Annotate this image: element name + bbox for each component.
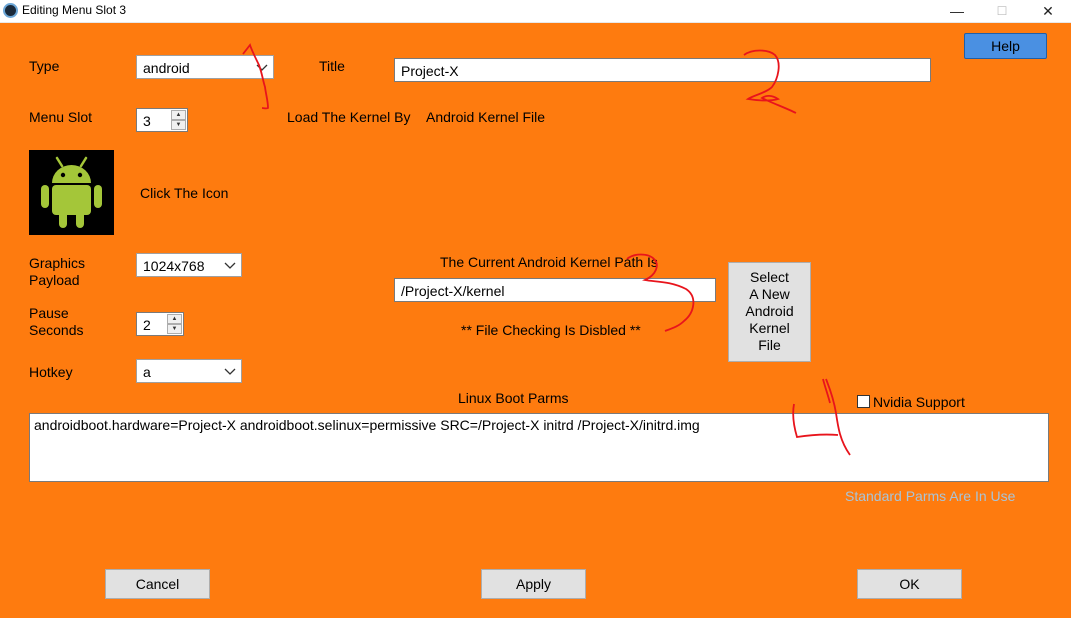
title-input[interactable]: Project-X xyxy=(394,58,931,82)
select-kernel-line: File xyxy=(758,337,781,353)
hotkey-dropdown[interactable]: a xyxy=(136,359,242,383)
hotkey-value: a xyxy=(143,364,151,380)
select-kernel-line: A New xyxy=(749,286,790,302)
stepper-up-icon[interactable]: ▲ xyxy=(171,110,186,120)
type-value: android xyxy=(143,60,190,76)
type-label: Type xyxy=(29,58,60,74)
stepper-arrows[interactable]: ▲ ▼ xyxy=(167,314,182,334)
standard-parms-status: Standard Parms Are In Use xyxy=(845,488,1016,504)
chevron-down-icon xyxy=(224,262,236,269)
dialog-body: Type android Title Project-X Help Menu S… xyxy=(0,23,1071,618)
graphics-label-line2: Payload xyxy=(29,272,80,288)
close-button[interactable]: ✕ xyxy=(1025,0,1071,22)
pause-seconds-stepper[interactable]: 2 ▲ ▼ xyxy=(136,312,184,336)
apply-button[interactable]: Apply xyxy=(481,569,586,599)
stepper-down-icon[interactable]: ▼ xyxy=(167,324,182,334)
android-icon xyxy=(41,156,102,228)
menu-slot-label: Menu Slot xyxy=(29,109,93,125)
chevron-down-icon xyxy=(224,368,236,375)
load-kernel-label: Load The Kernel By xyxy=(287,109,411,125)
boot-parms-input[interactable]: androidboot.hardware=Project-X androidbo… xyxy=(29,413,1049,482)
ok-button[interactable]: OK xyxy=(857,569,962,599)
pause-label-line1: Pause xyxy=(29,305,69,321)
menu-slot-stepper[interactable]: 3 ▲ ▼ xyxy=(136,108,188,132)
nvidia-label[interactable]: Nvidia Support xyxy=(873,394,965,411)
chevron-down-icon xyxy=(256,64,268,71)
title-label: Title xyxy=(319,58,345,74)
file-check-label: ** File Checking Is Disbled ** xyxy=(461,322,641,338)
boot-parms-label: Linux Boot Parms xyxy=(458,390,569,406)
stepper-down-icon[interactable]: ▼ xyxy=(171,120,186,130)
graphics-value: 1024x768 xyxy=(143,258,205,274)
graphics-dropdown[interactable]: 1024x768 xyxy=(136,253,242,277)
cancel-button[interactable]: Cancel xyxy=(105,569,210,599)
type-dropdown[interactable]: android xyxy=(136,55,274,79)
stepper-up-icon[interactable]: ▲ xyxy=(167,314,182,324)
pause-seconds-value: 2 xyxy=(143,317,151,333)
graphics-label-line1: Graphics xyxy=(29,255,86,271)
click-icon-label: Click The Icon xyxy=(140,185,229,201)
kernel-path-label: The Current Android Kernel Path Is xyxy=(440,254,658,270)
load-kernel-value: Android Kernel File xyxy=(426,109,546,125)
select-kernel-line: Select xyxy=(750,269,789,285)
app-icon xyxy=(3,3,18,18)
help-button[interactable]: Help xyxy=(964,33,1047,59)
hotkey-label: Hotkey xyxy=(29,364,73,380)
menu-slot-value: 3 xyxy=(143,113,151,129)
window-title: Editing Menu Slot 3 xyxy=(22,3,127,17)
android-icon-button[interactable] xyxy=(29,150,114,235)
pause-label-line2: Seconds xyxy=(29,322,84,338)
select-kernel-button[interactable]: Select A New Android Kernel File xyxy=(728,262,811,362)
stepper-arrows[interactable]: ▲ ▼ xyxy=(171,110,186,130)
title-bar: Editing Menu Slot 3 — ☐ ✕ xyxy=(0,0,1071,23)
minimize-button[interactable]: — xyxy=(934,0,980,22)
maximize-button[interactable]: ☐ xyxy=(979,0,1025,22)
kernel-path-input[interactable]: /Project-X/kernel xyxy=(394,278,716,302)
select-kernel-line: Kernel xyxy=(749,320,790,336)
nvidia-checkbox[interactable] xyxy=(857,395,870,408)
select-kernel-line: Android xyxy=(745,303,794,319)
